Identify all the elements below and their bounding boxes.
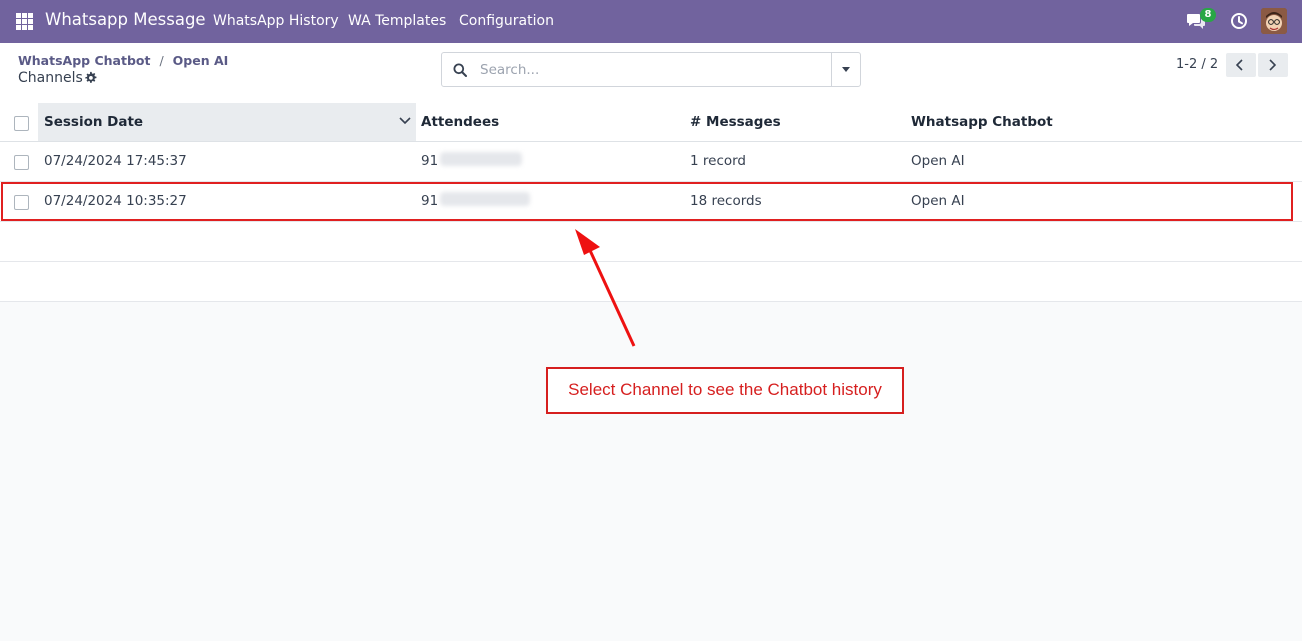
breadcrumb: WhatsApp Chatbot / Open AI: [18, 53, 229, 68]
table-row[interactable]: 07/24/2024 17:45:37 91 1 record Open AI: [0, 142, 1302, 182]
clock-icon[interactable]: [1230, 12, 1248, 30]
top-navbar: Whatsapp Message WhatsApp History WA Tem…: [0, 0, 1302, 43]
search-options-dropdown[interactable]: [831, 53, 860, 86]
menu-configuration[interactable]: Configuration: [459, 13, 554, 29]
pager-next-button[interactable]: [1258, 53, 1288, 77]
search-box: [441, 52, 862, 87]
pager-previous-button[interactable]: [1226, 53, 1256, 77]
row-checkbox[interactable]: [14, 155, 29, 170]
search-icon: [453, 63, 467, 77]
breadcrumb-parent[interactable]: WhatsApp Chatbot: [18, 53, 150, 68]
breadcrumb-current[interactable]: Open AI: [173, 53, 229, 68]
cell-messages: 1 record: [690, 153, 747, 169]
annotation-callout: Select Channel to see the Chatbot histor…: [546, 367, 904, 414]
user-avatar[interactable]: [1261, 8, 1287, 34]
select-all-checkbox[interactable]: [14, 116, 29, 131]
redacted-phone: [440, 152, 522, 166]
highlight-box: [1, 182, 1293, 221]
chevron-right-icon: [1269, 59, 1276, 71]
control-panel: WhatsApp Chatbot/Open AI Channels 1-2 / …: [0, 43, 1302, 104]
apps-grid-icon[interactable]: [16, 13, 33, 30]
chat-badge: 8: [1200, 8, 1216, 22]
cell-chatbot: Open AI: [911, 153, 965, 169]
chevron-left-icon: [1236, 59, 1243, 71]
sort-desc-icon[interactable]: [399, 116, 411, 126]
header-session-date[interactable]: Session Date: [44, 114, 143, 130]
search-input[interactable]: [478, 60, 862, 80]
menu-whatsapp-history[interactable]: WhatsApp History: [213, 13, 339, 29]
cell-session-date: 07/24/2024 17:45:37: [44, 153, 187, 169]
empty-row: [0, 222, 1302, 262]
page-title: Channels: [18, 70, 83, 86]
app-title[interactable]: Whatsapp Message: [45, 10, 206, 29]
header-messages[interactable]: # Messages: [690, 114, 781, 130]
header-chatbot[interactable]: Whatsapp Chatbot: [911, 114, 1053, 130]
header-attendees[interactable]: Attendees: [421, 114, 499, 130]
gear-icon[interactable]: [84, 71, 97, 84]
callout-text: Select Channel to see the Chatbot histor…: [568, 380, 882, 399]
table-header: Session Date Attendees # Messages Whatsa…: [0, 103, 1302, 142]
pager-value[interactable]: 1-2 / 2: [1176, 57, 1218, 72]
empty-row: [0, 262, 1302, 302]
annotation-arrow: [575, 229, 636, 347]
cell-attendees: 91: [421, 153, 439, 169]
menu-wa-templates[interactable]: WA Templates: [348, 13, 446, 29]
